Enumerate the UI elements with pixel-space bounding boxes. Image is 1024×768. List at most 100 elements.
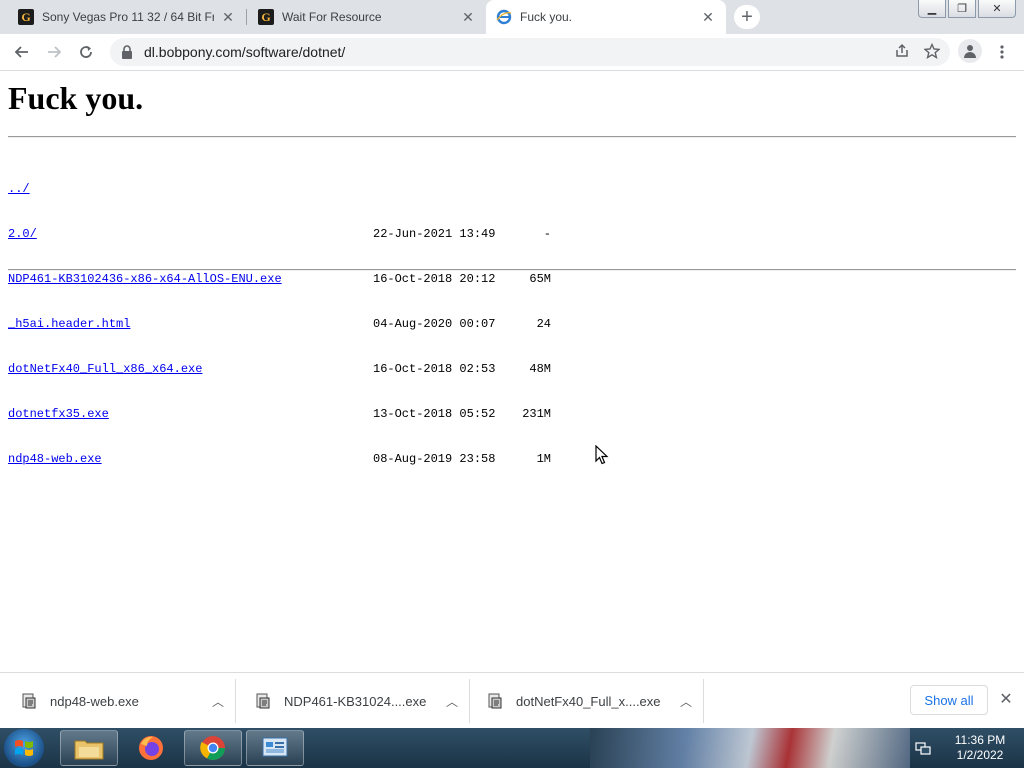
file-link[interactable]: 2.0/ bbox=[8, 227, 37, 242]
window-controls: ▁ ❐ ✕ bbox=[916, 0, 1016, 20]
tab-title: Sony Vegas Pro 11 32 / 64 Bit Fr bbox=[42, 10, 214, 24]
taskbar-explorer[interactable] bbox=[60, 730, 118, 766]
list-item: dotNetFx40_Full_x86_x64.exe 16-Oct-2018 … bbox=[8, 362, 551, 377]
firefox-icon bbox=[139, 736, 163, 760]
divider bbox=[8, 269, 1016, 271]
back-button[interactable] bbox=[8, 38, 36, 66]
installer-file-icon bbox=[486, 692, 504, 710]
parent-directory-link[interactable]: ../ bbox=[8, 182, 30, 197]
page-content: Fuck you. ../ 2.0/ 22-Jun-2021 13:49 - N… bbox=[0, 72, 1024, 672]
list-item: 2.0/ 22-Jun-2021 13:49 - bbox=[8, 227, 551, 242]
reload-button[interactable] bbox=[72, 38, 100, 66]
file-size: 1M bbox=[536, 452, 551, 466]
star-icon[interactable] bbox=[923, 42, 941, 62]
clock-date: 1/2/2022 bbox=[956, 748, 1004, 762]
close-window-button[interactable]: ✕ bbox=[978, 0, 1016, 18]
url-text[interactable]: dl.bobpony.com/software/dotnet/ bbox=[144, 44, 345, 60]
tab-title: Fuck you. bbox=[520, 10, 573, 24]
taskbar: 11:36 PM 1/2/2022 bbox=[0, 728, 1024, 768]
forward-button[interactable] bbox=[40, 38, 68, 66]
system-clock[interactable]: 11:36 PM 1/2/2022 bbox=[940, 733, 1020, 763]
windows-logo-icon bbox=[15, 740, 33, 756]
arrow-left-icon bbox=[14, 46, 28, 58]
download-filename: NDP461-KB31024....exe bbox=[284, 693, 427, 709]
chevron-up-icon[interactable]: ︿ bbox=[680, 693, 692, 710]
file-date: 13-Oct-2018 05:52 bbox=[373, 407, 496, 421]
list-item: NDP461-KB3102436-x86-x64-AllOS-ENU.exe 1… bbox=[8, 272, 551, 287]
g-logo-icon: G bbox=[258, 9, 274, 25]
minimize-button[interactable]: ▁ bbox=[918, 0, 946, 18]
file-date: 16-Oct-2018 02:53 bbox=[373, 362, 496, 376]
tab-wait-for-resource[interactable]: G Wait For Resource ✕ bbox=[248, 0, 486, 34]
installer-file-icon bbox=[254, 692, 272, 710]
file-link[interactable]: ndp48-web.exe bbox=[8, 452, 102, 467]
network-icon[interactable] bbox=[915, 740, 931, 756]
tab-sony-vegas[interactable]: G Sony Vegas Pro 11 32 / 64 Bit Fr ✕ bbox=[8, 0, 247, 34]
divider bbox=[8, 136, 1016, 138]
directory-listing: ../ 2.0/ 22-Jun-2021 13:49 - NDP461-KB31… bbox=[8, 152, 551, 497]
file-link[interactable]: dotnetfx35.exe bbox=[8, 407, 109, 422]
menu-button[interactable] bbox=[992, 41, 1012, 63]
file-date: 16-Oct-2018 20:12 bbox=[373, 272, 496, 286]
clock-time: 11:36 PM bbox=[954, 733, 1006, 747]
list-item: ndp48-web.exe 08-Aug-2019 23:58 1M bbox=[8, 452, 551, 467]
tab-separator bbox=[246, 9, 247, 25]
download-item[interactable]: ndp48-web.exe ︿ bbox=[0, 679, 236, 723]
folder-icon bbox=[74, 740, 104, 760]
close-icon[interactable]: ✕ bbox=[460, 9, 476, 25]
download-filename: ndp48-web.exe bbox=[50, 693, 139, 709]
taskbar-chrome[interactable] bbox=[184, 730, 242, 766]
file-link[interactable]: _h5ai.header.html bbox=[8, 317, 130, 332]
chevron-up-icon[interactable]: ︿ bbox=[212, 693, 224, 710]
taskbar-control-panel[interactable] bbox=[246, 730, 304, 766]
list-item: ../ bbox=[8, 182, 51, 197]
taskbar-firefox[interactable] bbox=[122, 730, 180, 766]
file-size: 231M bbox=[522, 407, 551, 421]
control-panel-icon bbox=[262, 737, 288, 757]
file-date: 22-Jun-2021 13:49 bbox=[373, 227, 496, 241]
person-icon bbox=[964, 45, 976, 58]
show-all-downloads-button[interactable]: Show all bbox=[910, 685, 988, 715]
download-item[interactable]: NDP461-KB31024....exe ︿ bbox=[236, 679, 470, 723]
address-bar[interactable]: dl.bobpony.com/software/dotnet/ bbox=[110, 38, 950, 66]
restore-button[interactable]: ❐ bbox=[948, 0, 976, 18]
close-icon[interactable]: ✕ bbox=[700, 9, 716, 25]
desktop-wallpaper-strip bbox=[590, 728, 910, 768]
file-size: - bbox=[543, 227, 551, 241]
start-button[interactable] bbox=[4, 729, 44, 767]
omnibox-actions bbox=[894, 42, 941, 62]
new-tab-button[interactable]: + bbox=[734, 5, 760, 29]
close-icon[interactable]: ✕ bbox=[220, 9, 236, 25]
installer-file-icon bbox=[20, 692, 38, 710]
file-link[interactable]: dotNetFx40_Full_x86_x64.exe bbox=[8, 362, 202, 377]
lock-icon[interactable] bbox=[120, 45, 134, 59]
chevron-up-icon[interactable]: ︿ bbox=[446, 693, 458, 710]
download-item[interactable]: dotNetFx40_Full_x....exe ︿ bbox=[470, 679, 704, 723]
download-filename: dotNetFx40_Full_x....exe bbox=[516, 693, 661, 709]
tab-title: Wait For Resource bbox=[282, 10, 382, 24]
kebab-menu-icon bbox=[1000, 45, 1004, 59]
file-date: 08-Aug-2019 23:58 bbox=[373, 452, 496, 466]
chrome-icon bbox=[200, 736, 225, 761]
file-date: 04-Aug-2020 00:07 bbox=[373, 317, 496, 331]
file-link[interactable]: NDP461-KB3102436-x86-x64-AllOS-ENU.exe bbox=[8, 272, 282, 287]
close-icon[interactable]: ✕ bbox=[996, 689, 1016, 709]
browser-toolbar: dl.bobpony.com/software/dotnet/ bbox=[0, 34, 1024, 71]
file-size: 24 bbox=[536, 317, 551, 331]
share-icon[interactable] bbox=[894, 43, 910, 62]
ie-page-icon bbox=[496, 9, 512, 25]
arrow-right-icon bbox=[48, 46, 62, 58]
list-item: dotnetfx35.exe 13-Oct-2018 05:52 231M bbox=[8, 407, 551, 422]
mouse-cursor-icon bbox=[595, 445, 609, 465]
download-shelf: ndp48-web.exe ︿ NDP461-KB31024....exe ︿ … bbox=[0, 672, 1024, 728]
page-title: Fuck you. bbox=[8, 80, 144, 116]
tab-active[interactable]: Fuck you. ✕ bbox=[486, 0, 726, 34]
list-item: _h5ai.header.html 04-Aug-2020 00:07 24 bbox=[8, 317, 551, 332]
system-tray: 11:36 PM 1/2/2022 bbox=[900, 728, 1024, 768]
tab-strip: G Sony Vegas Pro 11 32 / 64 Bit Fr ✕ G W… bbox=[0, 0, 1024, 34]
download-separator bbox=[703, 679, 704, 723]
g-logo-icon: G bbox=[18, 9, 34, 25]
profile-avatar[interactable] bbox=[958, 39, 982, 63]
file-size: 48M bbox=[529, 362, 551, 376]
file-size: 65M bbox=[529, 272, 551, 286]
